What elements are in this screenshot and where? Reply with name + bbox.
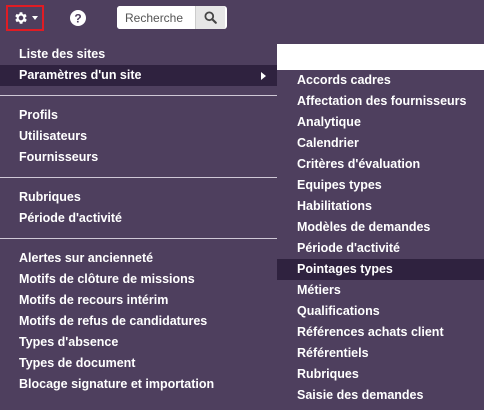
- menu-divider: [0, 95, 277, 96]
- menu-item-alertes-anciennete[interactable]: Alertes sur ancienneté: [0, 248, 277, 269]
- menu-divider: [0, 238, 277, 239]
- search-button[interactable]: [195, 6, 225, 29]
- menu-item-utilisateurs[interactable]: Utilisateurs: [0, 126, 277, 147]
- menu-item-types-document[interactable]: Types de document: [0, 353, 277, 374]
- gear-icon: [14, 12, 27, 24]
- submenu-item-metiers[interactable]: Métiers: [277, 280, 484, 301]
- submenu-item-modeles-demandes[interactable]: Modèles de demandes: [277, 217, 484, 238]
- submenu-item-habilitations[interactable]: Habilitations: [277, 196, 484, 217]
- submenu-item-criteres-evaluation[interactable]: Critères d'évaluation: [277, 154, 484, 175]
- menu-divider: [0, 177, 277, 178]
- menu-item-parametres-site[interactable]: Paramètres d'un site: [0, 65, 277, 86]
- submenu-item-saisie-demandes[interactable]: Saisie des demandes: [277, 385, 484, 406]
- submenu-item-affectation-fournisseurs[interactable]: Affectation des fournisseurs: [277, 91, 484, 112]
- caret-down-icon: [31, 16, 38, 20]
- settings-menu-button[interactable]: [6, 5, 44, 31]
- submenu-item-accords-cadres[interactable]: Accords cadres: [277, 70, 484, 91]
- menu-item-profils[interactable]: Profils: [0, 105, 277, 126]
- menu-item-periode-activite[interactable]: Période d'activité: [0, 208, 277, 229]
- menu-item-rubriques[interactable]: Rubriques: [0, 187, 277, 208]
- submenu-item-referentiels[interactable]: Référentiels: [277, 343, 484, 364]
- submenu-item-equipes-types[interactable]: Equipes types: [277, 175, 484, 196]
- menu-item-motifs-refus-candidatures[interactable]: Motifs de refus de candidatures: [0, 311, 277, 332]
- submenu-item-qualifications[interactable]: Qualifications: [277, 301, 484, 322]
- search-input[interactable]: [117, 6, 195, 29]
- site-settings-submenu: Accords cadres Affectation des fournisse…: [277, 70, 484, 410]
- submenu-item-pointages-types[interactable]: Pointages types: [277, 259, 484, 280]
- search-box: [117, 6, 227, 29]
- search-icon: [204, 11, 217, 24]
- menu-item-motifs-cloture-missions[interactable]: Motifs de clôture de missions: [0, 269, 277, 290]
- top-bar: ?: [0, 0, 484, 40]
- svg-text:?: ?: [74, 11, 81, 25]
- menu-item-types-absence[interactable]: Types d'absence: [0, 332, 277, 353]
- menu-item-liste-des-sites[interactable]: Liste des sites: [0, 44, 277, 65]
- chevron-right-icon: [261, 72, 266, 80]
- settings-dropdown-menu: Liste des sites Paramètres d'un site Pro…: [0, 44, 277, 395]
- submenu-item-analytique[interactable]: Analytique: [277, 112, 484, 133]
- submenu-item-periode-activite[interactable]: Période d'activité: [277, 238, 484, 259]
- menu-item-fournisseurs[interactable]: Fournisseurs: [0, 147, 277, 168]
- menu-item-blocage-signature[interactable]: Blocage signature et importation: [0, 374, 277, 395]
- submenu-item-references-achats[interactable]: Références achats client: [277, 322, 484, 343]
- submenu-item-rubriques[interactable]: Rubriques: [277, 364, 484, 385]
- menu-item-label: Paramètres d'un site: [19, 68, 142, 82]
- submenu-item-calendrier[interactable]: Calendrier: [277, 133, 484, 154]
- help-icon[interactable]: ?: [70, 10, 86, 26]
- menu-item-motifs-recours-interim[interactable]: Motifs de recours intérim: [0, 290, 277, 311]
